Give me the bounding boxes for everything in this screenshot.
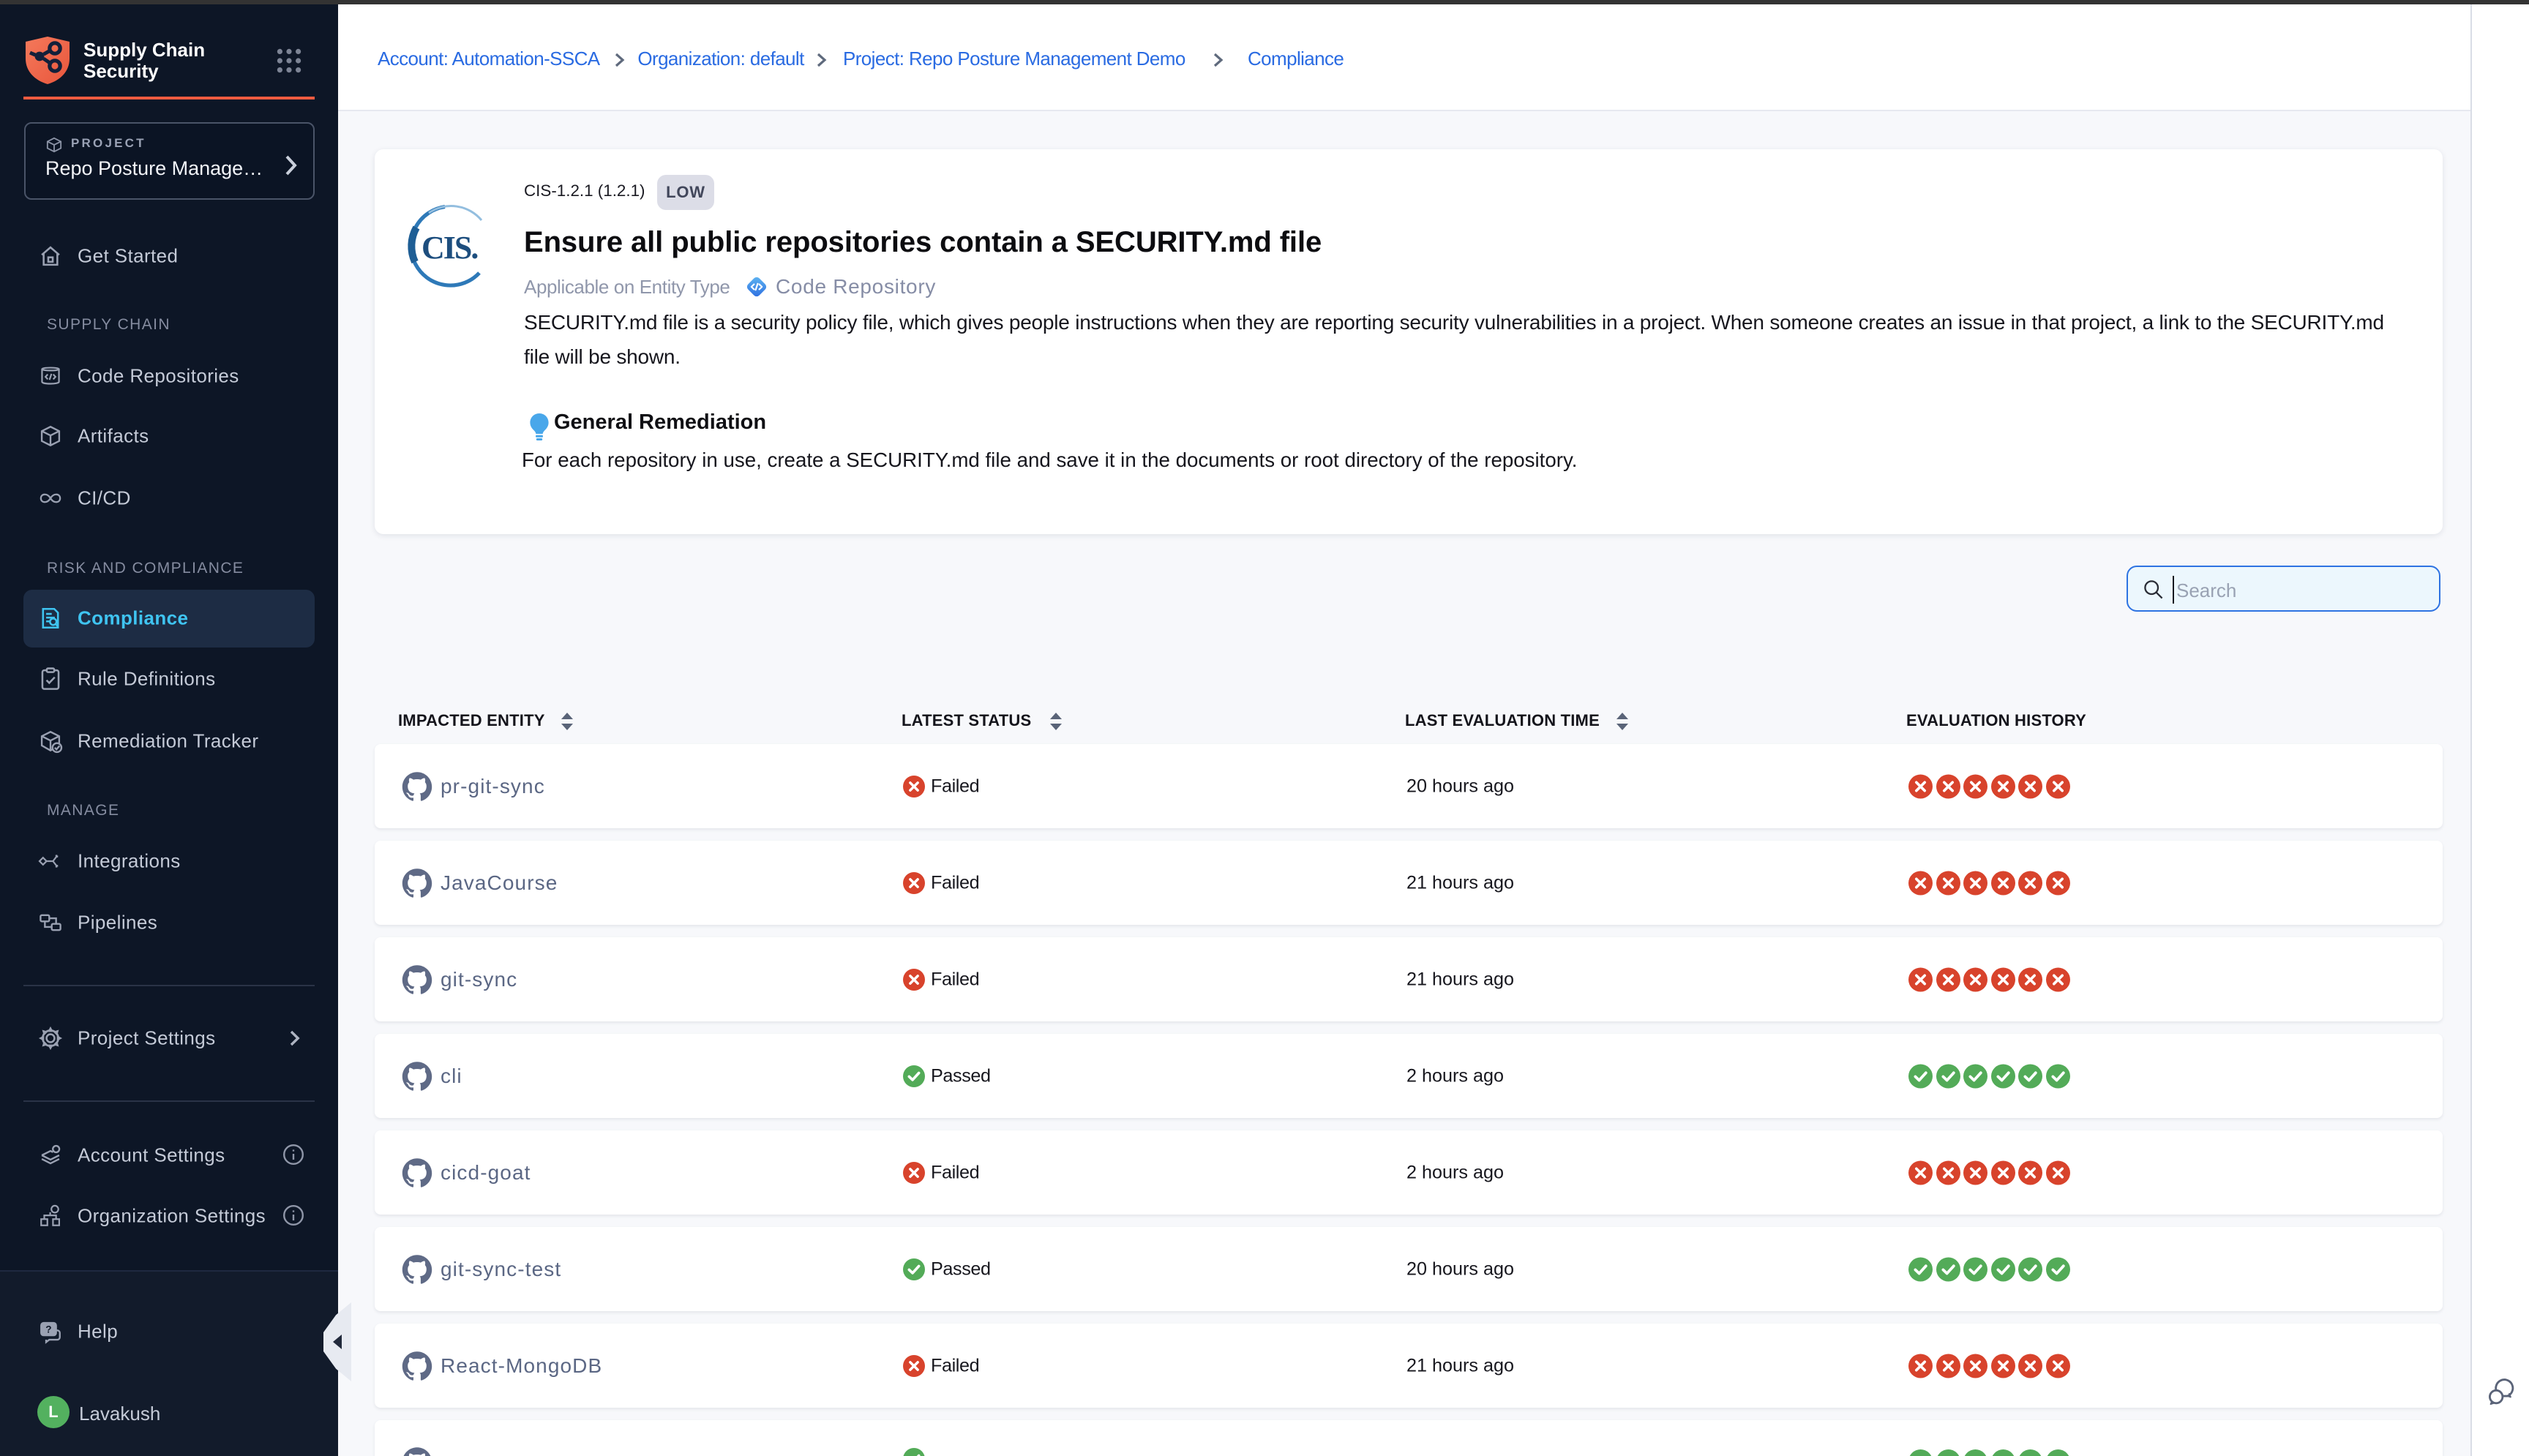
svg-text:?: ? bbox=[45, 1324, 51, 1335]
svg-text:CIS.: CIS. bbox=[422, 230, 478, 266]
